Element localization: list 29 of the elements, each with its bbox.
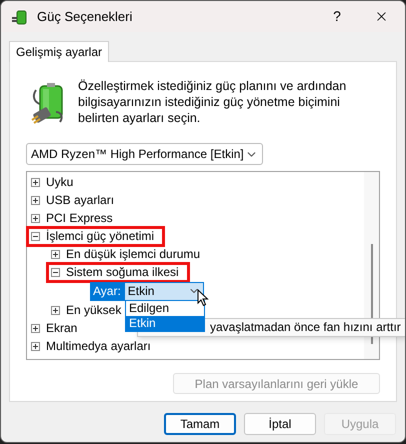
dropdown-option[interactable]: Etkin: [126, 316, 204, 331]
tree-item[interactable]: USB ayarları: [46, 191, 114, 209]
expand-icon[interactable]: [31, 178, 40, 186]
expand-icon[interactable]: [51, 250, 60, 258]
tree-item[interactable]: Uyku: [46, 173, 74, 191]
tree-item[interactable]: En düşük işlemci durumu: [66, 245, 200, 263]
dialog-button[interactable]: Tamam: [164, 413, 236, 435]
plan-dropdown[interactable]: AMD Ryzen™ High Performance [Etkin]: [26, 143, 263, 165]
tab[interactable]: Gelişmiş ayarlar: [9, 41, 110, 62]
collapse-icon[interactable]: [51, 268, 60, 276]
expand-icon[interactable]: [31, 214, 40, 222]
tree-item[interactable]: İşlemci güç yönetimi: [46, 227, 154, 245]
battery-plug-icon: [11, 8, 29, 24]
window-title: Güç Seçenekleri: [37, 8, 134, 26]
tree-item[interactable]: Ekran: [46, 319, 78, 337]
help-button[interactable]: ?: [317, 6, 357, 27]
expand-icon[interactable]: [51, 306, 60, 314]
expand-icon[interactable]: [31, 324, 40, 332]
intro-text: Özelleştirmek istediğiniz güç planını ve ardından bilgisayarınızın istediğiniz güç yönetme biçimini belirten ayarları seçin.: [78, 78, 348, 126]
tree-item[interactable]: Sistem soğuma ilkesi: [66, 263, 179, 281]
dialog-button[interactable]: İptal: [244, 413, 316, 435]
expand-icon[interactable]: [31, 342, 40, 350]
tree-item[interactable]: Multimedya ayarları: [46, 337, 151, 355]
setting-dropdown[interactable]: Etkin: [124, 282, 204, 300]
collapse-icon[interactable]: [31, 232, 40, 240]
tree-item[interactable]: En yüksek: [66, 301, 122, 319]
setting-label: Ayar:: [90, 282, 124, 300]
expand-icon[interactable]: [31, 196, 40, 204]
tree-item[interactable]: PCI Express: [46, 209, 113, 227]
